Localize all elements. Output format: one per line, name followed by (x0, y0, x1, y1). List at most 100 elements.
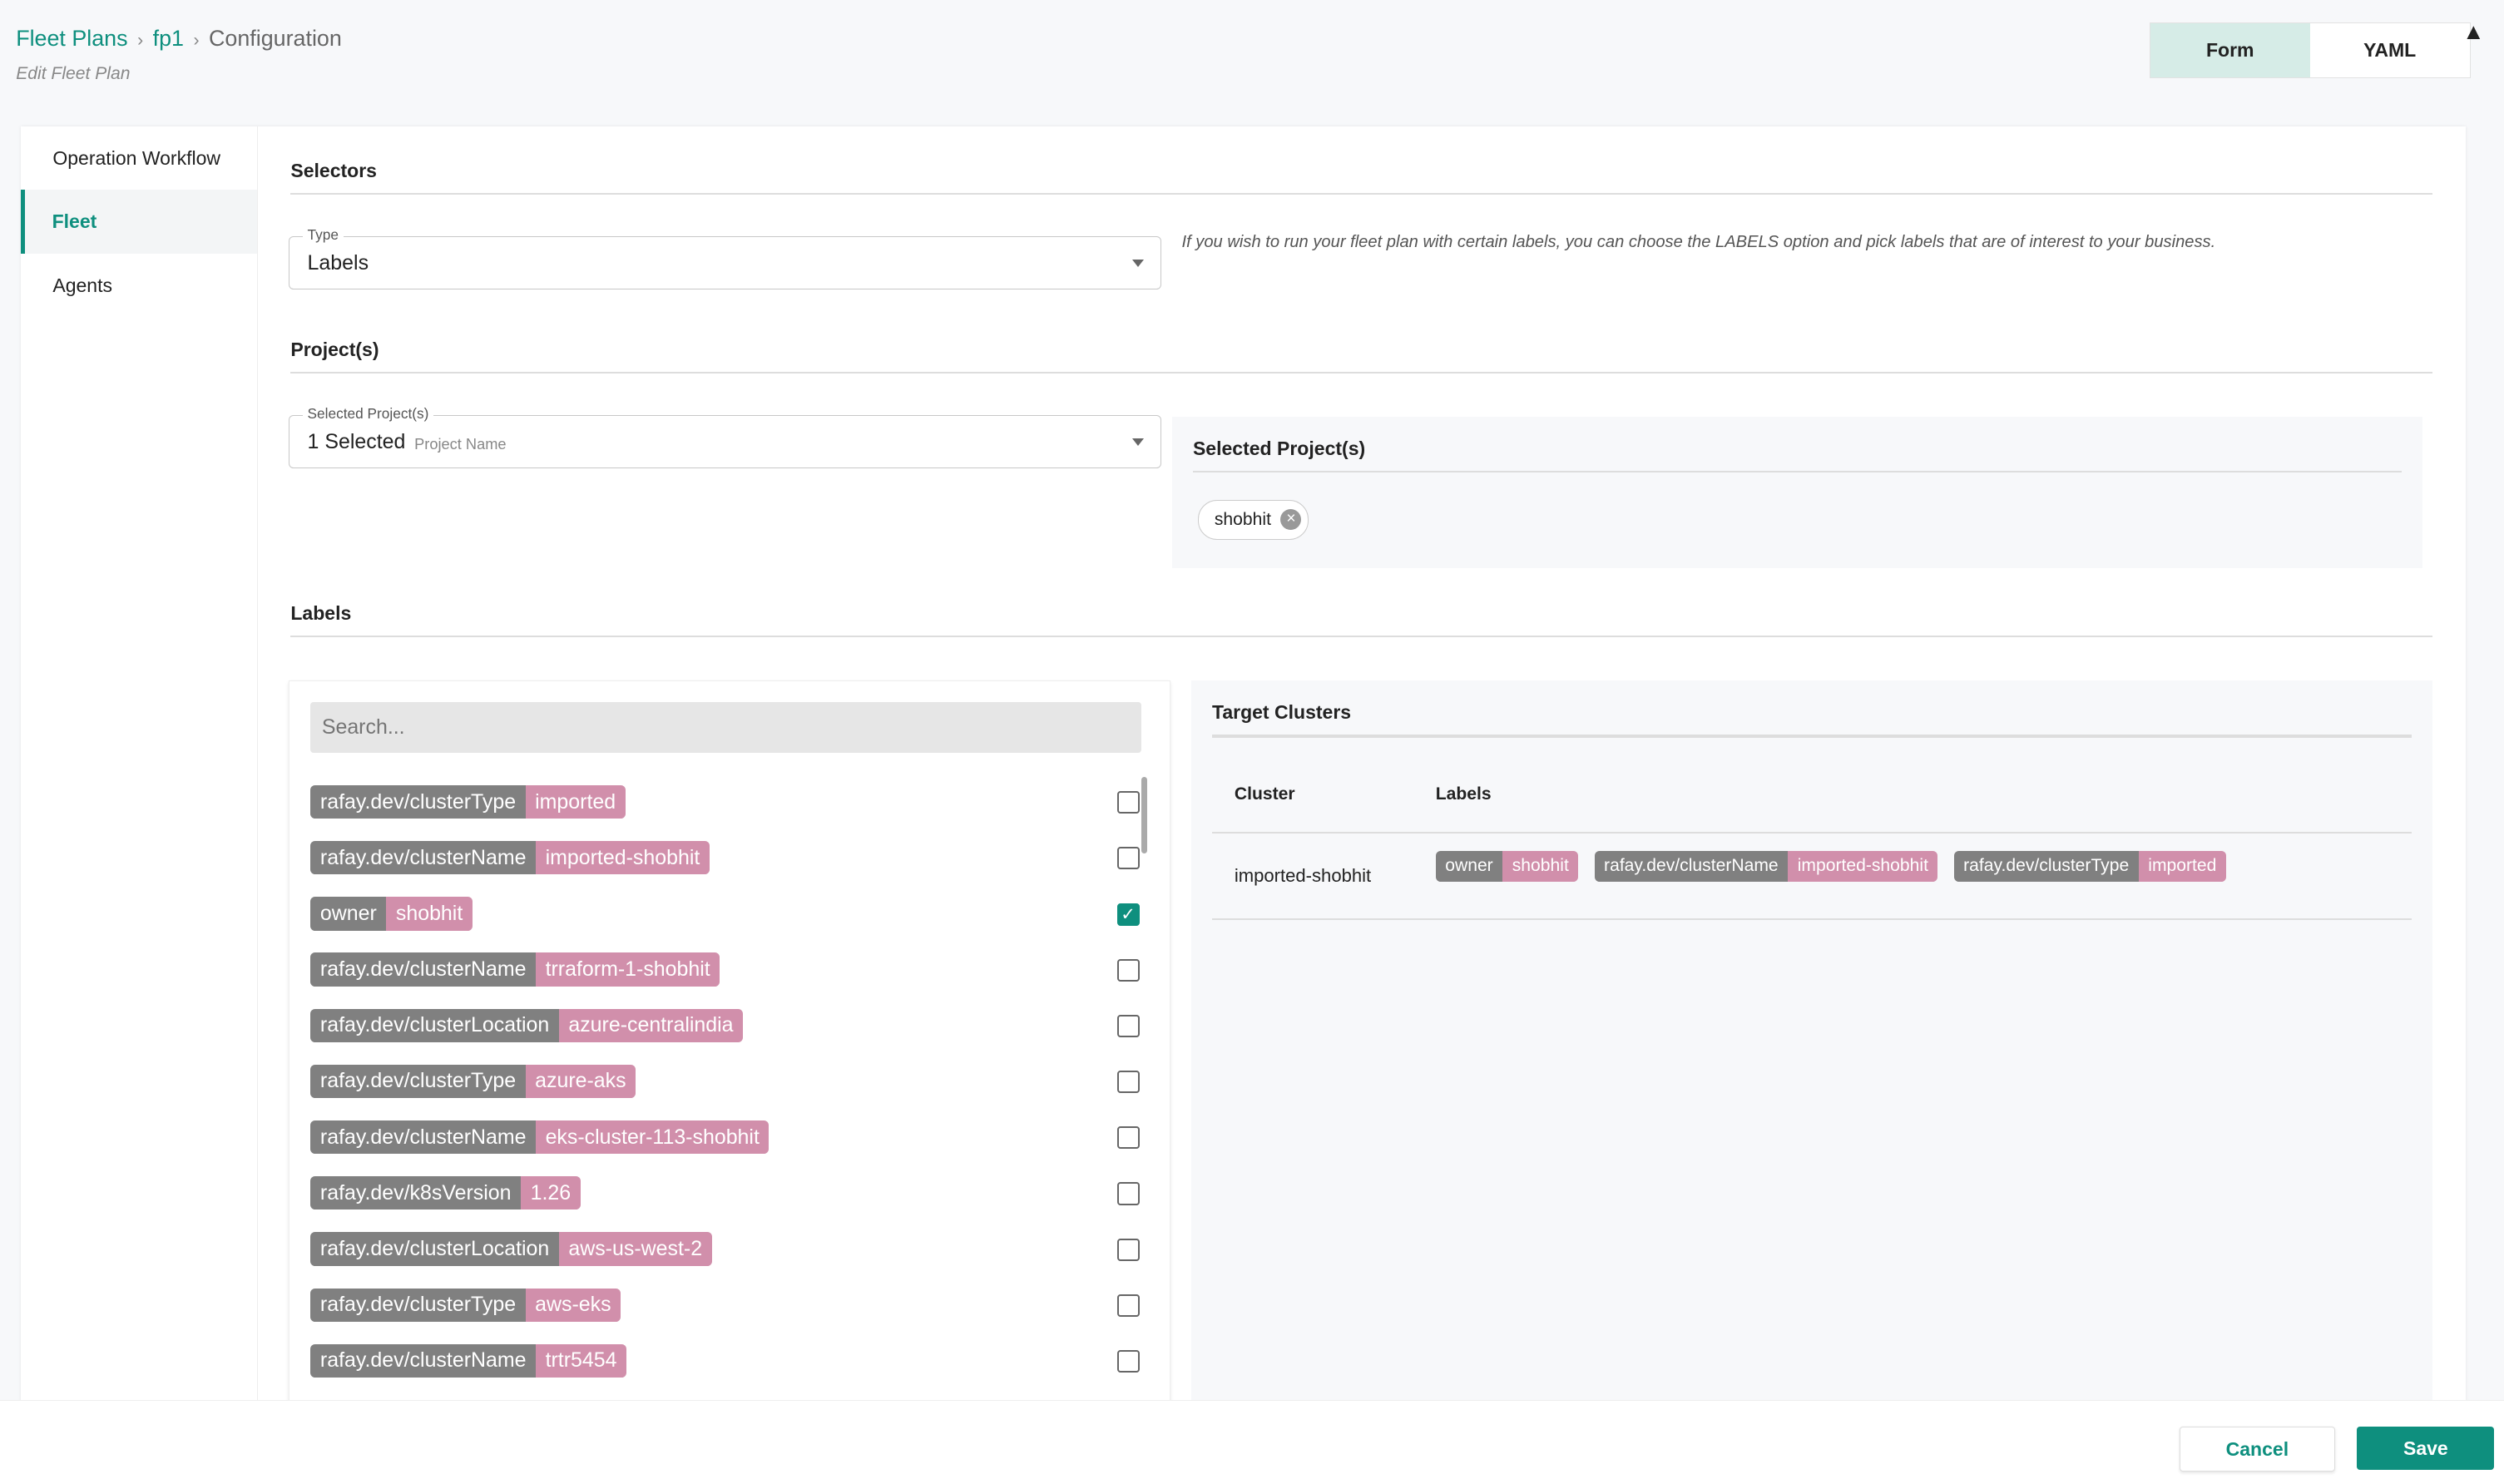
label-row: rafay.dev/clusterLocation aws-us-west-2 (310, 1232, 1149, 1267)
chevron-right-icon: › (137, 30, 144, 50)
target-clusters-heading: Target Clusters (1211, 700, 1352, 723)
projects-heading: Project(s) (290, 338, 379, 360)
footer: Cancel Save (0, 1400, 2504, 1484)
type-select[interactable]: Type Labels (289, 225, 1161, 289)
label-row: rafay.dev/clusterType aws-eks (310, 1288, 1149, 1323)
label-key: rafay.dev/clusterType (310, 1288, 526, 1322)
config-card: Operation Workflow Fleet Agents Selector… (20, 126, 2466, 1404)
label-row: rafay.dev/clusterType azure-aks (310, 1064, 1149, 1099)
label-tag: rafay.dev/k8sVersion 1.26 (310, 1176, 581, 1210)
target-clusters-panel: Target Clusters Cluster Labels imported-… (1191, 680, 2432, 1404)
remove-chip-icon[interactable]: × (1280, 509, 1302, 531)
projects-label: Selected Project(s) (302, 404, 434, 423)
cursor-icon: ▲ (2462, 19, 2485, 45)
label-tag: rafay.dev/clusterName imported-shobhit (310, 841, 710, 875)
sidebar: Operation Workflow Fleet Agents (20, 126, 259, 1404)
column-cluster: Cluster (1234, 784, 1295, 804)
selectors-hint: If you wish to run your fleet plan with … (1181, 233, 2216, 252)
breadcrumb: Fleet Plans › fp1 › Configuration (16, 26, 342, 52)
labels-search-input[interactable] (310, 701, 1141, 754)
label-key: rafay.dev/clusterName (310, 841, 537, 875)
type-value: Labels (307, 251, 369, 275)
save-button[interactable]: Save (2357, 1427, 2495, 1471)
divider (290, 193, 2432, 195)
label-value: azure-aks (525, 1064, 636, 1099)
label-value: aws-eks (525, 1288, 621, 1322)
label-tag: rafay.dev/clusterType azure-aks (310, 1064, 636, 1099)
label-value: eks-cluster-113-shobhit (536, 1120, 770, 1155)
divider (1211, 735, 2412, 738)
page-subtitle: Edit Fleet Plan (16, 63, 131, 83)
label-checkbox[interactable] (1116, 1350, 1140, 1373)
label-value: 1.26 (521, 1176, 581, 1210)
label-checkbox[interactable] (1116, 1294, 1140, 1317)
label-value: imported-shobhit (1788, 851, 1938, 882)
label-value: shobhit (386, 897, 473, 931)
divider (1192, 471, 2403, 473)
label-tag: rafay.dev/clusterType aws-eks (310, 1288, 621, 1322)
label-checkbox[interactable] (1116, 958, 1140, 982)
label-key: rafay.dev/clusterType (1953, 851, 2139, 882)
label-row: rafay.dev/k8sVersion 1.26 (310, 1176, 1149, 1211)
sidebar-item-agents[interactable]: Agents (21, 254, 257, 318)
label-checkbox[interactable] (1116, 1238, 1140, 1261)
label-tag: rafay.dev/clusterLocation aws-us-west-2 (310, 1232, 712, 1266)
label-key: rafay.dev/k8sVersion (310, 1176, 522, 1210)
label-value: imported (525, 784, 626, 819)
column-labels: Labels (1435, 784, 1492, 804)
label-row: rafay.dev/clusterName trraform-1-shobhit (310, 952, 1149, 987)
label-key: rafay.dev/clusterLocation (310, 1232, 559, 1266)
type-label: Type (302, 225, 344, 244)
label-checkbox[interactable] (1116, 1126, 1140, 1150)
label-key: owner (310, 897, 387, 931)
label-tag: rafay.dev/clusterName eks-cluster-113-sho… (310, 1120, 770, 1155)
cluster-name: imported-shobhit (1234, 865, 1372, 887)
view-toggle: Form YAML (2149, 22, 2471, 79)
label-key: owner (1435, 851, 1503, 882)
selectors-heading: Selectors (290, 159, 377, 181)
label-checkbox[interactable] (1116, 791, 1140, 814)
selected-projects-panel: Selected Project(s) shobhit × (1171, 417, 2423, 569)
breadcrumb-fp1[interactable]: fp1 (153, 26, 184, 51)
label-key: rafay.dev/clusterName (310, 952, 537, 987)
divider (290, 635, 2432, 637)
label-key: rafay.dev/clusterType (310, 784, 526, 819)
label-row: rafay.dev/clusterName imported-shobhit (310, 841, 1149, 876)
projects-placeholder: Project Name (414, 435, 507, 453)
label-key: rafay.dev/clusterName (310, 1120, 537, 1155)
label-checkbox[interactable]: ✓ (1116, 903, 1140, 926)
project-chip: shobhit × (1197, 499, 1309, 540)
label-checkbox[interactable] (1116, 847, 1140, 870)
selected-projects-heading: Selected Project(s) (1192, 437, 1366, 459)
caret-down-icon (1132, 438, 1145, 446)
sidebar-item-fleet[interactable]: Fleet (20, 190, 258, 255)
divider (1211, 918, 2412, 920)
cluster-label-tag: owner shobhit (1435, 851, 1579, 882)
label-tag: rafay.dev/clusterName trraform-1-shobhit (310, 952, 720, 987)
project-chip-label: shobhit (1214, 509, 1271, 529)
label-value: aws-us-west-2 (558, 1232, 712, 1266)
label-tag: rafay.dev/clusterLocation azure-centralin… (310, 1008, 744, 1042)
cluster-labels: owner shobhit rafay.dev/clusterName importe… (1435, 851, 2226, 882)
yaml-tab[interactable]: YAML (2310, 23, 2470, 77)
projects-select[interactable]: Selected Project(s) 1 Selected Project N… (289, 404, 1161, 468)
label-row: owner shobhit ✓ (310, 897, 1149, 932)
label-row: rafay.dev/clusterName eks-cluster-113-sho… (310, 1120, 1149, 1155)
breadcrumb-fleet-plans[interactable]: Fleet Plans (16, 26, 127, 51)
labels-list-panel: rafay.dev/clusterTypeimportedrafay.dev/c… (289, 680, 1171, 1401)
cancel-button[interactable]: Cancel (2180, 1427, 2335, 1472)
label-row: rafay.dev/clusterType imported (310, 784, 1149, 820)
label-key: rafay.dev/clusterType (310, 1064, 526, 1099)
chevron-right-icon: › (193, 30, 200, 50)
label-key: rafay.dev/clusterLocation (310, 1008, 559, 1042)
label-checkbox[interactable] (1116, 1182, 1140, 1205)
label-checkbox[interactable] (1116, 1071, 1140, 1094)
form-tab[interactable]: Form (2150, 22, 2310, 78)
label-tag: owner shobhit (310, 897, 473, 931)
sidebar-item-operation-workflow[interactable]: Operation Workflow (21, 126, 257, 190)
label-tag: rafay.dev/clusterName trtr5454 (310, 1343, 627, 1378)
label-checkbox[interactable] (1116, 1014, 1140, 1037)
label-value: imported-shobhit (536, 841, 710, 875)
divider (1211, 832, 2412, 834)
caret-down-icon (1132, 259, 1145, 267)
